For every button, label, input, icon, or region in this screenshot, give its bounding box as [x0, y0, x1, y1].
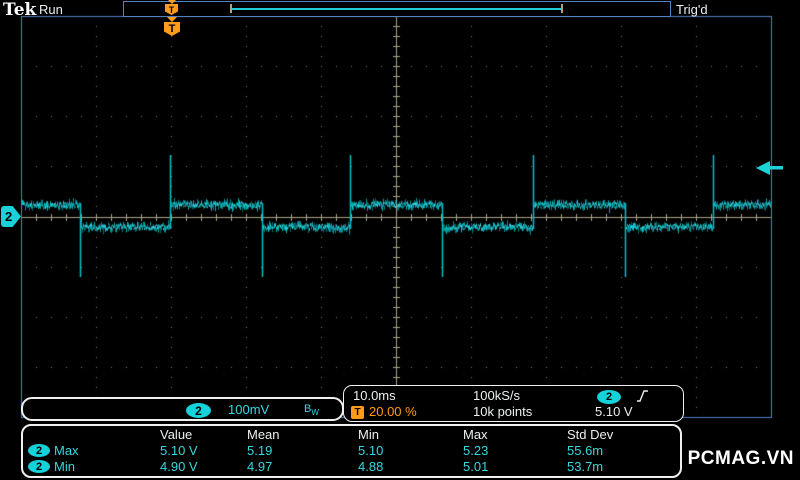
- measurement-max: 5.23: [463, 443, 489, 458]
- trigger-level: 5.10 V: [595, 404, 633, 419]
- col-header-value: Value: [160, 427, 193, 442]
- measurement-value: 4.90 V: [160, 459, 198, 474]
- col-header-min: Min: [358, 427, 379, 442]
- window-bracket-left: [230, 4, 232, 13]
- col-header-max: Max: [463, 427, 488, 442]
- measurement-mean: 5.19: [247, 443, 273, 458]
- measurement-max: 5.01: [463, 459, 489, 474]
- measurement-mean: 4.97: [247, 459, 273, 474]
- record-trigger-position-icon: T: [165, 0, 178, 15]
- col-header-mean: Mean: [247, 427, 280, 442]
- measurement-table: Value Mean Min Max Std Dev 2 Max 5.10 V …: [21, 424, 682, 478]
- channel-readout-box: 2 100mV BW: [21, 397, 344, 421]
- trigger-slope-rising-icon: [636, 389, 649, 408]
- window-bracket-right: [561, 4, 563, 13]
- col-header-stddev: Std Dev: [567, 427, 614, 442]
- pcmag-watermark: PCMAG.VN: [687, 448, 794, 469]
- record-length: 10k points: [473, 404, 533, 419]
- acquisition-record-bar: [123, 1, 671, 17]
- measurement-stddev: 55.6m: [567, 443, 604, 458]
- tek-logo: Tek: [3, 0, 37, 20]
- trigger-position-percent: 20.00 %: [369, 404, 417, 419]
- channel-2-badge: 2: [28, 444, 50, 457]
- measurement-label: Max: [54, 443, 79, 458]
- trigger-flag-tip-icon: [167, 0, 176, 4]
- trigger-position-icon: T: [351, 406, 364, 419]
- channel-scale: 100mV: [228, 402, 270, 417]
- record-window-line: [232, 8, 561, 10]
- measurement-stddev: 53.7m: [567, 459, 604, 474]
- measurement-min: 5.10: [358, 443, 384, 458]
- measurement-min: 4.88: [358, 459, 384, 474]
- time-per-division: 10.0ms: [353, 388, 396, 403]
- trigger-flag-tip-icon: [167, 17, 177, 22]
- measurement-label: Min: [54, 459, 75, 474]
- measurement-value: 5.10 V: [160, 443, 198, 458]
- channel-2-badge: 2: [186, 403, 211, 418]
- trigger-level-arrow-icon: [756, 161, 786, 180]
- channel-2-badge: 2: [28, 460, 50, 473]
- trigger-source-badge: 2: [597, 390, 621, 404]
- acquisition-status: Run: [39, 2, 63, 17]
- horizontal-trigger-readout-box: 10.0ms 100kS/s 2 T 20.00 % 10k points 5.…: [343, 385, 684, 422]
- trigger-status: Trig'd: [676, 2, 708, 17]
- trigger-position-marker-icon: T: [164, 17, 180, 36]
- bandwidth-limit-icon: BW: [304, 403, 319, 418]
- sample-rate: 100kS/s: [473, 388, 520, 403]
